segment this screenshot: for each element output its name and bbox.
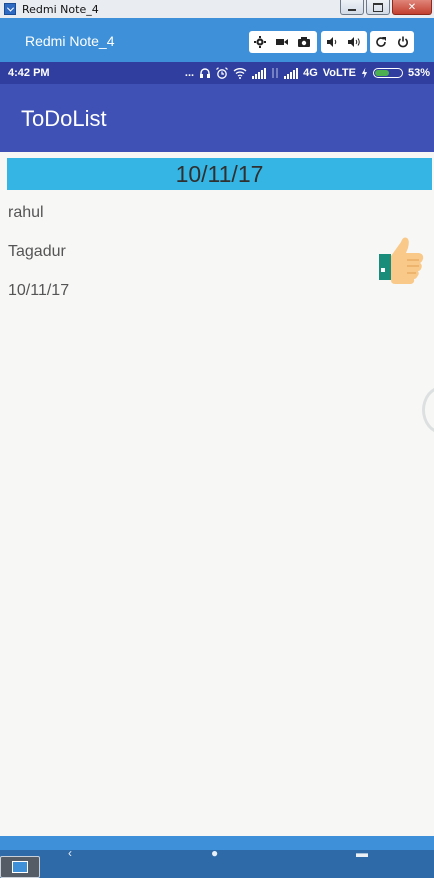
window-title-bar[interactable]: Redmi Note_4 ✕ xyxy=(0,0,434,18)
power-icon xyxy=(398,36,408,48)
date-header: 10/11/17 xyxy=(7,158,432,190)
status-time: 4:42 PM xyxy=(8,67,50,79)
app-bar: ToDoList xyxy=(0,84,434,152)
todo-name: rahul xyxy=(8,204,44,221)
close-button[interactable]: ✕ xyxy=(392,0,432,15)
emulator-tools-group xyxy=(249,31,317,53)
todo-date: 10/11/17 xyxy=(8,282,70,299)
data-transfer-icon xyxy=(271,67,279,79)
power-button[interactable] xyxy=(392,31,414,53)
home-icon[interactable]: ● xyxy=(211,846,218,860)
app-title: ToDoList xyxy=(21,106,107,131)
rotate-button[interactable] xyxy=(370,31,392,53)
emulator-toolbar: Redmi Note_4 xyxy=(0,18,434,62)
battery-percent: 53% xyxy=(407,67,430,79)
todo-task: Tagadur xyxy=(8,243,66,260)
screen: Redmi Note_4 ✕ Redmi Note_4 4:42 PM ... … xyxy=(0,0,434,878)
headphones-icon xyxy=(199,67,211,79)
network-type: 4G xyxy=(303,67,318,79)
signal-icon-sim1 xyxy=(252,67,267,79)
battery-icon xyxy=(372,68,403,78)
thumbs-up-icon[interactable] xyxy=(377,234,425,286)
minimize-button[interactable] xyxy=(340,0,364,15)
volume-down-icon xyxy=(327,37,337,47)
taskbar-window-button[interactable] xyxy=(0,856,40,878)
volume-up-button[interactable] xyxy=(343,31,365,53)
navigation-bar-lower: ‹ ● ▬ xyxy=(0,846,434,878)
video-camera-icon xyxy=(276,39,288,45)
maximize-button[interactable] xyxy=(366,0,390,15)
app-window-icon[interactable] xyxy=(4,3,16,15)
alarm-icon xyxy=(216,67,228,79)
signal-icon-sim2 xyxy=(284,67,299,79)
settings-button[interactable] xyxy=(249,31,271,53)
window-title: Redmi Note_4 xyxy=(22,2,99,16)
record-button[interactable] xyxy=(271,31,293,53)
status-bar: 4:42 PM ... 4G VoLTE 53% xyxy=(0,62,434,84)
battery-level xyxy=(374,70,389,76)
camera-icon xyxy=(298,37,310,47)
window-controls: ✕ xyxy=(340,0,432,16)
power-group xyxy=(370,31,414,53)
charging-icon xyxy=(361,67,368,79)
more-notifications-indicator: ... xyxy=(184,67,195,79)
device-name: Redmi Note_4 xyxy=(25,33,115,49)
volume-up-icon xyxy=(348,37,360,47)
menu-icon[interactable]: ▬ xyxy=(356,846,368,860)
back-icon[interactable]: ‹ xyxy=(68,846,72,860)
todo-content: 10/11/17 rahul Tagadur 10/11/17 xyxy=(0,152,434,836)
status-icons: ... 4G VoLTE 53% xyxy=(185,65,430,81)
refresh-indicator xyxy=(422,386,434,434)
volume-down-button[interactable] xyxy=(321,31,343,53)
volte-indicator: VoLTE xyxy=(322,67,356,79)
volume-group xyxy=(321,31,367,53)
wifi-icon xyxy=(233,67,247,79)
close-icon: ✕ xyxy=(407,1,417,13)
gear-icon xyxy=(254,36,266,48)
screenshot-button[interactable] xyxy=(293,31,315,53)
rotate-icon xyxy=(376,37,386,47)
